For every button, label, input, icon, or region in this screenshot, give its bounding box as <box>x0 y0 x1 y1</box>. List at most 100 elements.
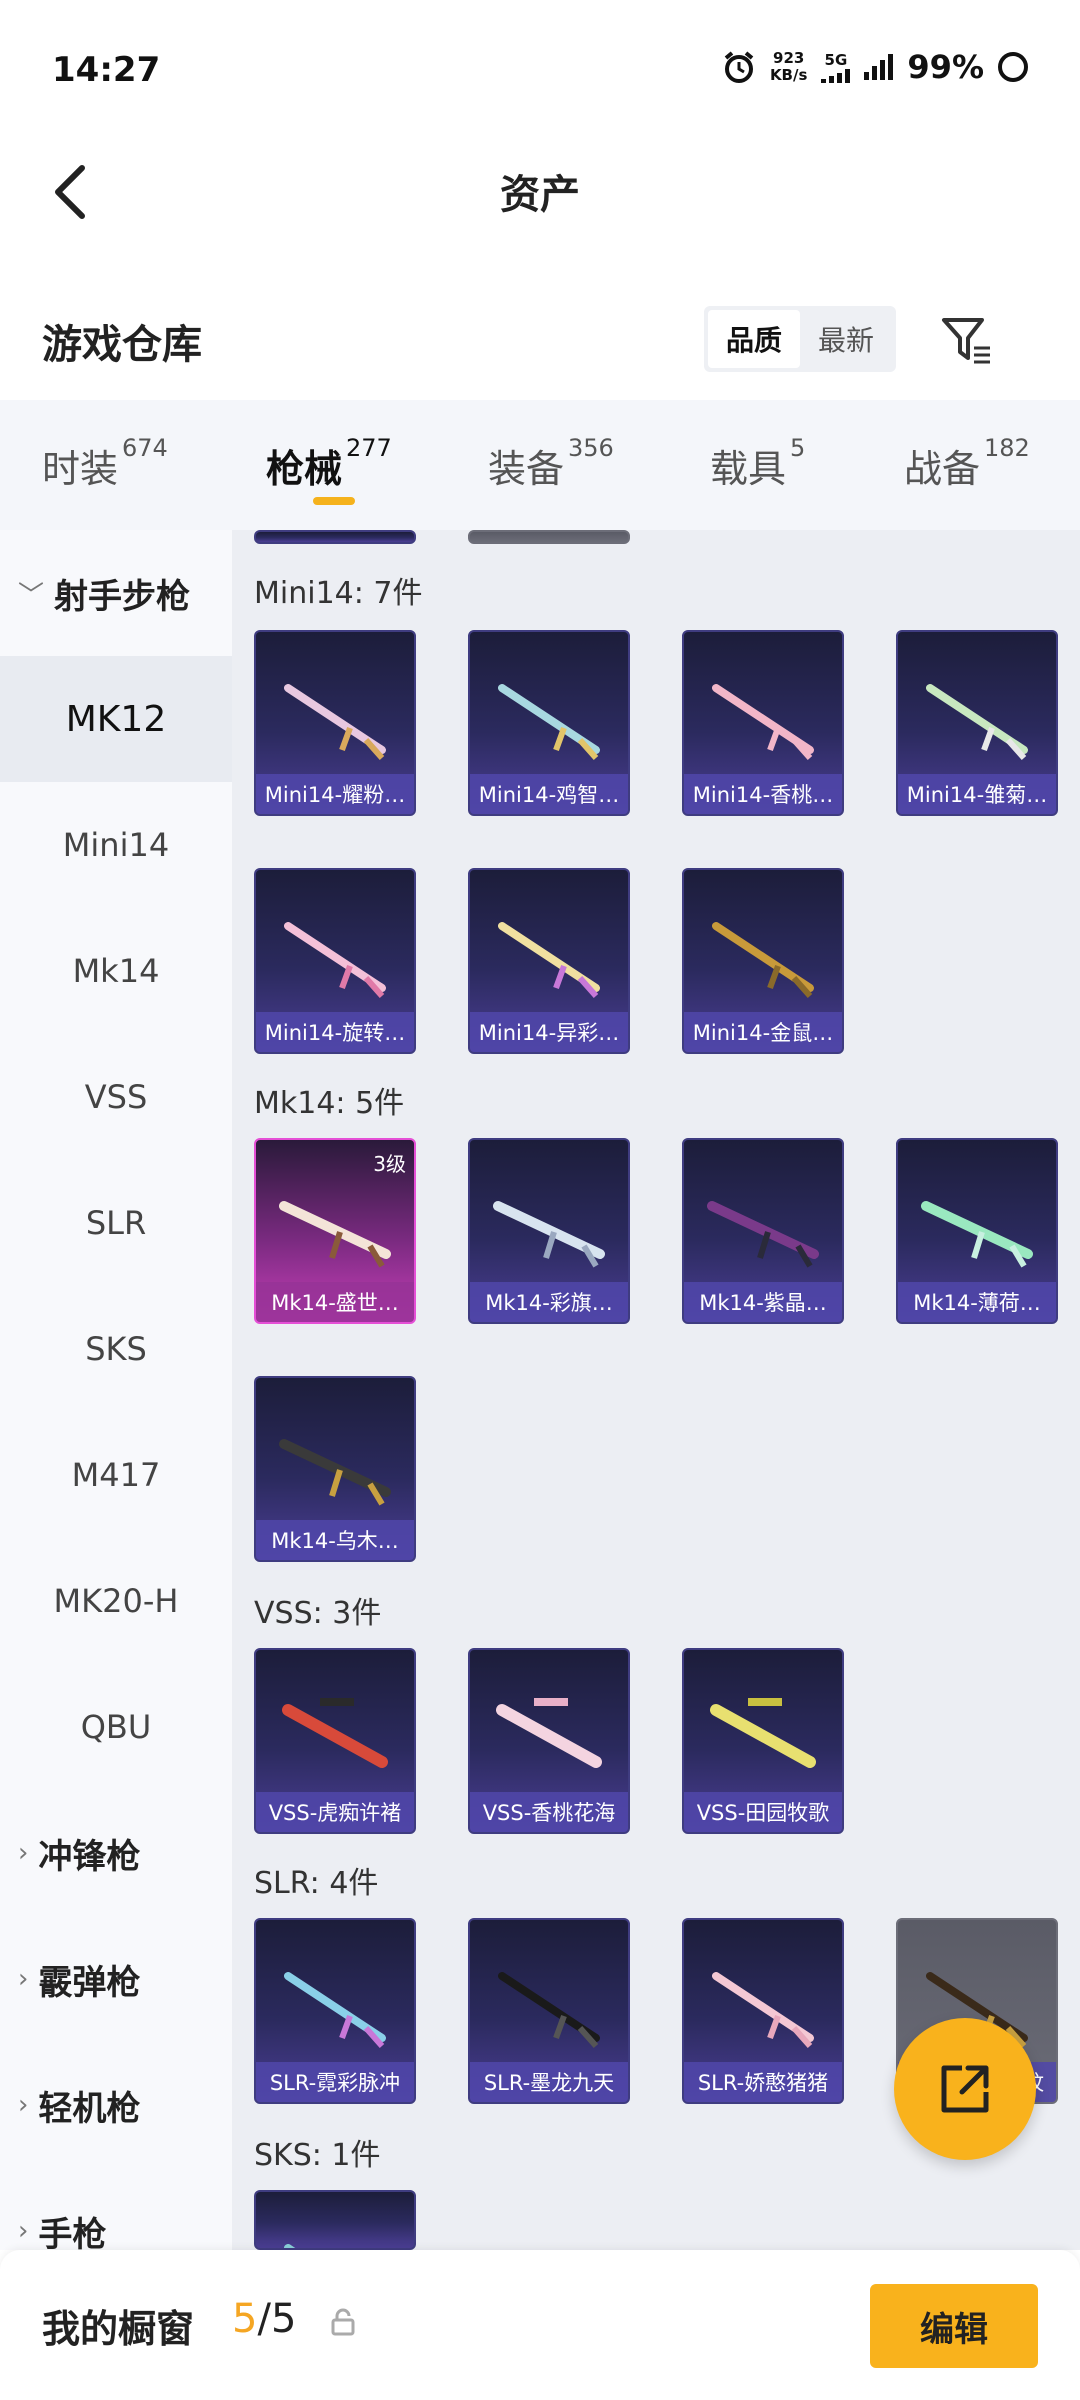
rifle-icon <box>284 1972 386 2048</box>
sidebar-item-qbu[interactable]: QBU <box>0 1664 232 1790</box>
rifle-icon <box>926 684 1028 760</box>
share-button[interactable] <box>894 2018 1036 2160</box>
tab-count: 5 <box>790 434 806 462</box>
weapon-card[interactable]: VSS-香桃花海 <box>468 1648 630 1834</box>
tab-fashion[interactable]: 时装 674 <box>42 434 168 493</box>
weapon-card[interactable]: Mini14-鸡智… <box>468 630 630 816</box>
group-label-vss: VSS: 3件 <box>254 1596 382 1631</box>
sidebar-group-label: 射手步枪 <box>54 576 191 617</box>
chevron-right-icon: › <box>18 2090 29 2120</box>
weapon-name: Mini14-香桃… <box>684 774 842 814</box>
tab-label: 战备 <box>904 447 981 491</box>
weapon-card-partial[interactable] <box>254 530 416 544</box>
page-title: 资产 <box>500 172 580 218</box>
weapon-card[interactable]: 3级 Mk14-盛世… <box>254 1138 416 1324</box>
sort-quality-button[interactable]: 品质 <box>708 310 800 368</box>
showcase-title: 我的橱窗 <box>42 2307 195 2351</box>
sort-toggle: 品质 最新 <box>704 306 896 372</box>
weapon-name: Mk14-紫晶… <box>684 1282 842 1322</box>
net-speed-unit: KB/s <box>769 66 808 84</box>
tab-label: 装备 <box>488 447 565 491</box>
sidebar-item-vss[interactable]: VSS <box>0 1034 232 1160</box>
weapon-card[interactable]: SLR-娇憨猪猪 <box>682 1918 844 2104</box>
weapon-card[interactable] <box>254 2190 416 2250</box>
weapon-card[interactable]: Mini14-雏菊… <box>896 630 1058 816</box>
status-icons: 923 KB/s 5G 99% <box>722 48 1028 86</box>
alarm-icon <box>724 51 754 83</box>
sidebar-item-m417[interactable]: M417 <box>0 1412 232 1538</box>
tab-label: 载具 <box>710 447 787 491</box>
tab-firearms[interactable]: 枪械 277 <box>266 434 392 493</box>
weapon-card[interactable]: Mk14-彩旗… <box>468 1138 630 1324</box>
weapon-name: SLR-娇憨猪猪 <box>684 2062 842 2102</box>
sidebar-item-mk14[interactable]: Mk14 <box>0 908 232 1034</box>
weapon-card[interactable]: Mk14-薄荷… <box>896 1138 1058 1324</box>
showcase-max: 5 <box>270 2296 297 2342</box>
weapon-name: Mini14-雏菊… <box>898 774 1056 814</box>
tab-count: 356 <box>568 434 614 462</box>
weapon-card[interactable]: VSS-虎痴许褚 <box>254 1648 416 1834</box>
sidebar-group-lmg[interactable]: › 轻机枪 <box>0 2042 232 2168</box>
rifle-icon <box>712 922 814 998</box>
rifle-icon <box>707 1201 819 1268</box>
weapon-card[interactable]: Mini14-耀粉… <box>254 630 416 816</box>
sidebar-group-label: 霰弹枪 <box>38 1962 141 2003</box>
sidebar-group-label: 轻机枪 <box>38 2088 141 2129</box>
tab-equipment[interactable]: 装备 356 <box>488 434 614 493</box>
tab-vehicles[interactable]: 载具 5 <box>710 434 805 493</box>
showcase-separator: / <box>257 2296 271 2342</box>
sidebar-group-marksman[interactable]: ﹀ 射手步枪 <box>0 530 232 656</box>
share-icon <box>941 2065 989 2113</box>
network-label: 5G <box>824 50 848 69</box>
weapon-sidebar: ﹀ 射手步枪 MK12 Mini14 Mk14 VSS SLR SKS M417… <box>0 530 232 2250</box>
net-speed-value: 923 <box>773 49 805 67</box>
weapon-name: VSS-虎痴许褚 <box>256 1792 414 1832</box>
tab-count: 674 <box>122 434 168 462</box>
nav-bar: 资产 <box>0 140 1080 250</box>
showcase-current: 5 <box>232 2296 258 2342</box>
battery-icon <box>998 52 1028 82</box>
chevron-right-icon: › <box>18 1964 29 1994</box>
sidebar-group-pistol[interactable]: › 手枪 <box>0 2168 232 2251</box>
sidebar-item-sks[interactable]: SKS <box>0 1286 232 1412</box>
signal-icon <box>821 68 851 83</box>
section-title: 游戏仓库 <box>42 322 202 368</box>
weapon-card[interactable]: VSS-田园牧歌 <box>682 1648 844 1834</box>
sort-newest-button[interactable]: 最新 <box>800 310 892 368</box>
weapon-card[interactable]: Mk14-紫晶… <box>682 1138 844 1324</box>
weapon-card-partial[interactable] <box>468 530 630 544</box>
rifle-icon <box>498 922 600 998</box>
weapon-name: Mk14-薄荷… <box>898 1282 1056 1322</box>
weapon-card[interactable]: SLR-墨龙九天 <box>468 1918 630 2104</box>
sidebar-group-label: 手枪 <box>38 2214 107 2251</box>
sidebar-item-mini14[interactable]: Mini14 <box>0 782 232 908</box>
status-bar: 14:27 923 KB/s 5G 99% <box>0 0 1080 140</box>
tab-count: 182 <box>984 434 1030 462</box>
group-label-sks: SKS: 1件 <box>254 2138 381 2173</box>
sidebar-group-shotgun[interactable]: › 霰弹枪 <box>0 1916 232 2042</box>
sidebar-item-mk12[interactable]: MK12 <box>0 656 232 782</box>
filter-button[interactable] <box>936 310 996 370</box>
weapon-card[interactable]: Mini14-金鼠… <box>682 868 844 1054</box>
weapon-card[interactable]: Mini14-旋转… <box>254 868 416 1054</box>
weapon-card[interactable]: Mini14-香桃… <box>682 630 844 816</box>
rifle-icon <box>921 1201 1033 1268</box>
rifle-icon <box>282 1698 388 1768</box>
weapon-card[interactable]: SLR-霓彩脉冲 <box>254 1918 416 2104</box>
lock-icon <box>331 2308 355 2336</box>
rifle-icon <box>712 684 814 760</box>
weapon-card[interactable]: Mini14-异彩… <box>468 868 630 1054</box>
active-tab-indicator <box>313 497 355 505</box>
weapon-name: Mk14-盛世… <box>256 1282 414 1322</box>
tab-supplies[interactable]: 战备 182 <box>904 434 1030 493</box>
battery-percent: 99% <box>907 48 984 86</box>
weapon-card[interactable]: Mk14-乌木… <box>254 1376 416 1562</box>
chevron-down-icon: ﹀ <box>18 580 45 611</box>
sidebar-item-mk20h[interactable]: MK20-H <box>0 1538 232 1664</box>
status-time: 14:27 <box>52 50 161 90</box>
sidebar-group-smg[interactable]: › 冲锋枪 <box>0 1790 232 1916</box>
sidebar-item-slr[interactable]: SLR <box>0 1160 232 1286</box>
edit-button[interactable]: 编辑 <box>870 2284 1038 2368</box>
rifle-icon <box>498 684 600 760</box>
weapon-grid: Mini14: 7件 Mini14-耀粉… Mini14-鸡智… Mini14-… <box>232 530 1080 2250</box>
